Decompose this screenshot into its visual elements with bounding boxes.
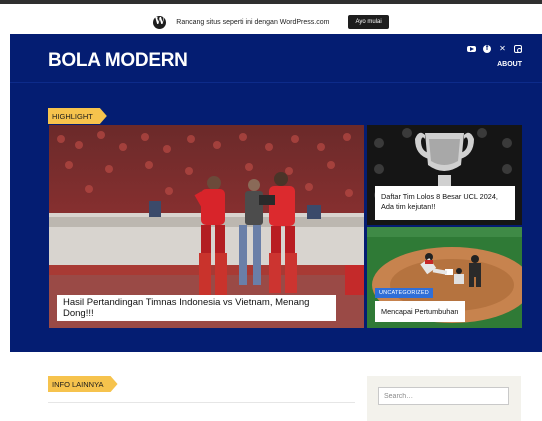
facebook-icon[interactable]: f [483, 45, 491, 53]
info-divider [48, 402, 355, 403]
category-badge[interactable]: UNCATEGORIZED [375, 288, 433, 298]
nav-about[interactable]: ABOUT [497, 61, 522, 68]
featured-post-growth[interactable]: UNCATEGORIZED Mencapai Pertumbuhan [367, 227, 522, 328]
social-links: f ✕ [467, 45, 522, 53]
highlight-tag: HIGHLIGHT [48, 108, 107, 124]
start-button[interactable]: Ayo mulai [348, 15, 389, 29]
featured-post-ucl[interactable]: Daftar Tim Lolos 8 Besar UCL 2024, Ada t… [367, 125, 522, 225]
growth-post-title[interactable]: Mencapai Pertumbuhan [375, 301, 465, 322]
sidebar-search-widget [367, 376, 521, 421]
wordpress-icon: W [153, 15, 167, 29]
site-header: BOLA MODERN f ✕ ABOUT HIGHLIGHT Hasil Pe… [10, 34, 542, 352]
site-title[interactable]: BOLA MODERN [48, 50, 188, 72]
info-tag: INFO LAINNYA [48, 376, 118, 392]
instagram-icon[interactable] [514, 45, 522, 53]
header-divider [10, 82, 542, 83]
x-icon[interactable]: ✕ [498, 45, 507, 53]
top-border [0, 0, 542, 4]
wordpress-banner-text: Rancang situs seperti ini dengan WordPre… [176, 18, 330, 26]
youtube-icon[interactable] [467, 46, 476, 52]
ucl-post-title[interactable]: Daftar Tim Lolos 8 Besar UCL 2024, Ada t… [375, 186, 515, 220]
wordpress-banner: W Rancang situs seperti ini dengan WordP… [0, 10, 542, 34]
search-input[interactable] [378, 387, 509, 405]
featured-post-main[interactable]: Hasil Pertandingan Timnas Indonesia vs V… [49, 125, 364, 328]
featured-post-title[interactable]: Hasil Pertandingan Timnas Indonesia vs V… [57, 295, 336, 321]
